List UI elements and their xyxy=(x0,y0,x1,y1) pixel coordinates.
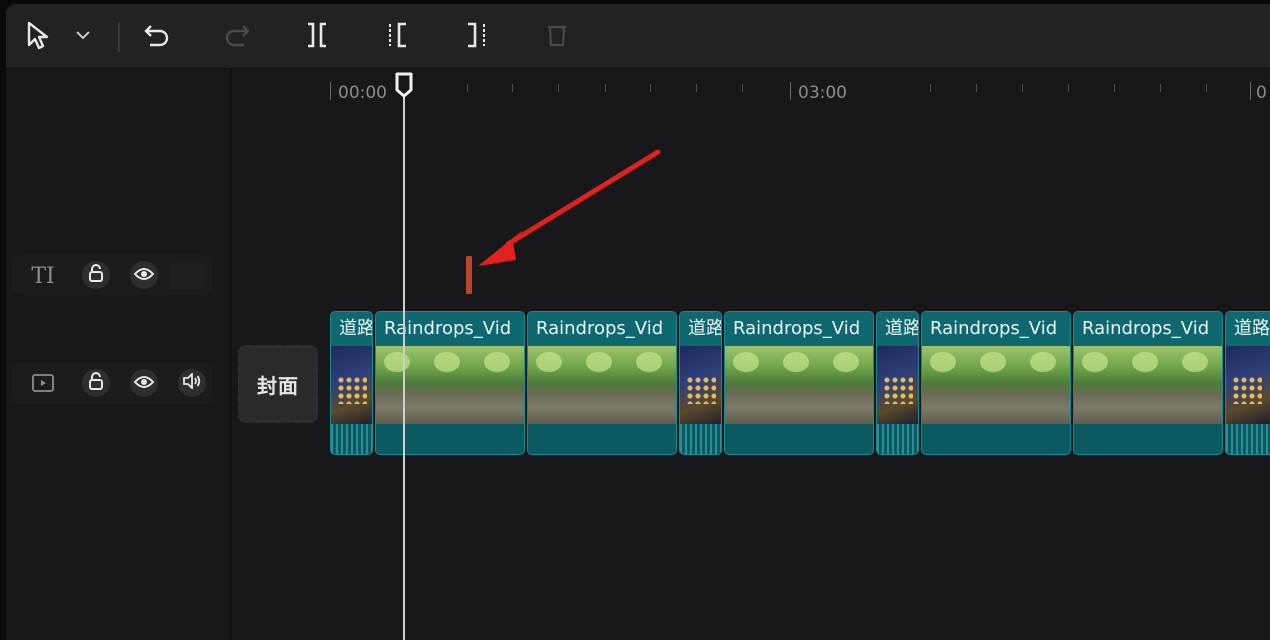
editor-window: TI 封面 00:00 03:00 0 道路 Raindrops_Vid Rai… xyxy=(6,4,1270,640)
annotation-arrow-icon xyxy=(478,149,661,266)
